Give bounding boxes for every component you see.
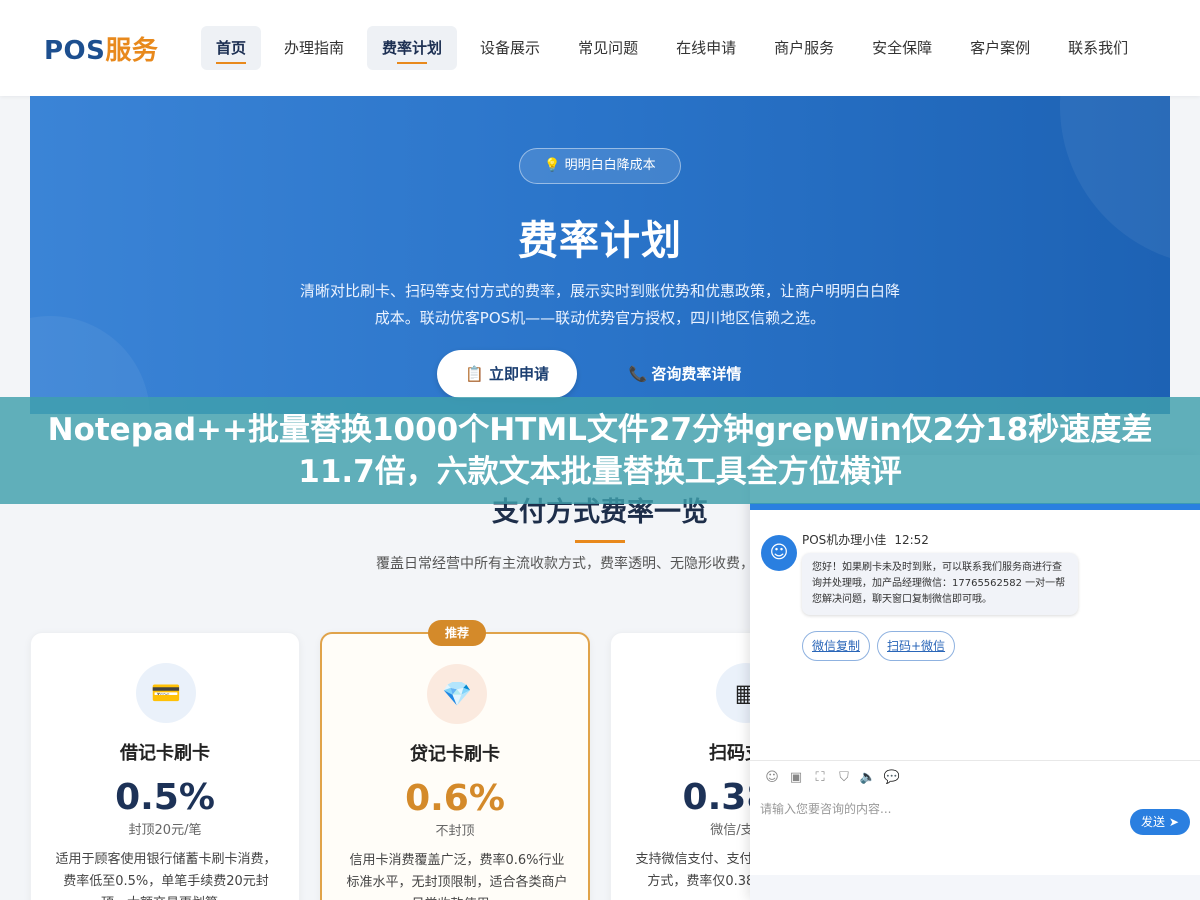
hero-title: 费率计划 bbox=[518, 218, 682, 264]
nav-rate-plan[interactable]: 费率计划 bbox=[367, 26, 458, 70]
rate-card-debit[interactable]: 💳 借记卡刷卡 0.5% 封顶20元/笔 适用于顾客使用银行储蓄卡刷卡消费，费率… bbox=[30, 632, 300, 900]
card-name: 贷记卡刷卡 bbox=[410, 744, 500, 765]
scan-wechat-button[interactable]: 扫码+微信 bbox=[877, 631, 956, 661]
shield-icon[interactable]: ⛉ bbox=[832, 770, 856, 785]
agent-message: 您好！如果刷卡未及时到账，可以联系我们服务商进行查询并处理哦，加产品经理微信：1… bbox=[802, 553, 1078, 615]
phone-icon: 📞 bbox=[628, 365, 648, 383]
chat-header-bar bbox=[750, 503, 1200, 510]
send-label: 发送 bbox=[1141, 815, 1166, 829]
card-name: 借记卡刷卡 bbox=[120, 743, 210, 764]
copy-wechat-button[interactable]: 微信复制 bbox=[802, 631, 871, 661]
card-cap: 不封顶 bbox=[435, 824, 475, 839]
screenshot-icon[interactable]: ⛶ bbox=[808, 770, 832, 785]
send-arrow-icon: ➤ bbox=[1168, 815, 1179, 829]
hero-description: 清晰对比刷卡、扫码等支付方式的费率，展示实时到账优势和优惠政策，让商户明明白白降… bbox=[300, 282, 901, 327]
apply-now-button[interactable]: 📋 立即申请 bbox=[437, 350, 577, 398]
image-icon[interactable]: ▣ bbox=[784, 770, 808, 785]
logo-text-service: 服务 bbox=[105, 36, 159, 66]
apply-label: 立即申请 bbox=[488, 365, 549, 383]
nav-contact[interactable]: 联系我们 bbox=[1053, 26, 1143, 70]
nav-cases[interactable]: 客户案例 bbox=[955, 26, 1045, 70]
agent-name: POS机办理小佳 bbox=[802, 533, 887, 547]
diamond-icon: 💎 bbox=[427, 664, 487, 724]
consult-rate-button[interactable]: 📞 咨询费率详情 bbox=[605, 350, 765, 398]
agent-info: POS机办理小佳 12:52 bbox=[802, 531, 929, 548]
hero-badge-text: 明明白白降成本 bbox=[564, 158, 656, 173]
section-divider bbox=[575, 540, 625, 543]
site-header: POS服务 首页 办理指南 费率计划 设备展示 常见问题 在线申请 商户服务 安… bbox=[0, 0, 1200, 96]
lightbulb-icon: 💡 bbox=[544, 158, 561, 173]
banner-title: Notepad++批量替换1000个HTML文件27分钟grepWin仅2分18… bbox=[47, 412, 1153, 490]
hero-badge: 💡 明明白白降成本 bbox=[519, 148, 681, 184]
emoji-icon[interactable]: ☺ bbox=[760, 770, 784, 785]
nav-faq[interactable]: 常见问题 bbox=[563, 26, 653, 70]
card-rate: 0.5% bbox=[115, 777, 215, 818]
hero-section: 💡 明明白白降成本 费率计划 清晰对比刷卡、扫码等支付方式的费率，展示实时到账优势… bbox=[30, 96, 1170, 414]
volume-icon[interactable]: 🔈 bbox=[856, 770, 880, 785]
article-title-banner: Notepad++批量替换1000个HTML文件27分钟grepWin仅2分18… bbox=[0, 397, 1200, 504]
nav-security[interactable]: 安全保障 bbox=[857, 26, 947, 70]
chat-bubbles-icon[interactable]: 💬 bbox=[880, 770, 904, 785]
chat-divider bbox=[750, 760, 1200, 761]
site-logo[interactable]: POS服务 bbox=[44, 30, 158, 67]
send-button[interactable]: 发送 ➤ bbox=[1130, 809, 1190, 835]
chat-toolbar: ☺ ▣ ⛶ ⛉ 🔈 💬 bbox=[760, 770, 904, 785]
chat-input[interactable]: 请输入您要咨询的内容... bbox=[760, 800, 1120, 817]
card-description: 信用卡消费覆盖广泛，费率0.6%行业标准水平，无封顶限制，适合各类商户日常收款使… bbox=[346, 853, 568, 900]
clipboard-icon: 📋 bbox=[465, 365, 484, 383]
rate-card-credit[interactable]: 推荐 💎 贷记卡刷卡 0.6% 不封顶 信用卡消费覆盖广泛，费率0.6%行业标准… bbox=[320, 620, 590, 900]
message-time: 12:52 bbox=[894, 533, 929, 547]
nav-guide[interactable]: 办理指南 bbox=[269, 26, 359, 70]
agent-avatar: ☺ bbox=[761, 535, 797, 571]
nav-home[interactable]: 首页 bbox=[201, 26, 262, 70]
card-description: 适用于顾客使用银行储蓄卡刷卡消费，费率低至0.5%，单笔手续费20元封顶，大额交… bbox=[55, 852, 277, 900]
card-rate: 0.6% bbox=[405, 778, 505, 819]
nav-apply-online[interactable]: 在线申请 bbox=[661, 26, 751, 70]
chat-footer bbox=[750, 875, 1200, 900]
nav-merchant-service[interactable]: 商户服务 bbox=[759, 26, 849, 70]
chat-widget: — ☐ ☺ POS机办理小佳12:52 您好！如果刷卡未及时到账，可以联系我们服… bbox=[750, 455, 1200, 900]
recommend-badge: 推荐 bbox=[428, 620, 486, 646]
main-nav: 首页 办理指南 费率计划 设备展示 常见问题 在线申请 商户服务 安全保障 客户… bbox=[201, 26, 1151, 70]
card-cap: 封顶20元/笔 bbox=[128, 823, 202, 838]
nav-devices[interactable]: 设备展示 bbox=[465, 26, 555, 70]
consult-label: 咨询费率详情 bbox=[651, 365, 742, 383]
credit-card-icon: 💳 bbox=[136, 663, 196, 723]
logo-text-pos: POS bbox=[44, 36, 106, 66]
